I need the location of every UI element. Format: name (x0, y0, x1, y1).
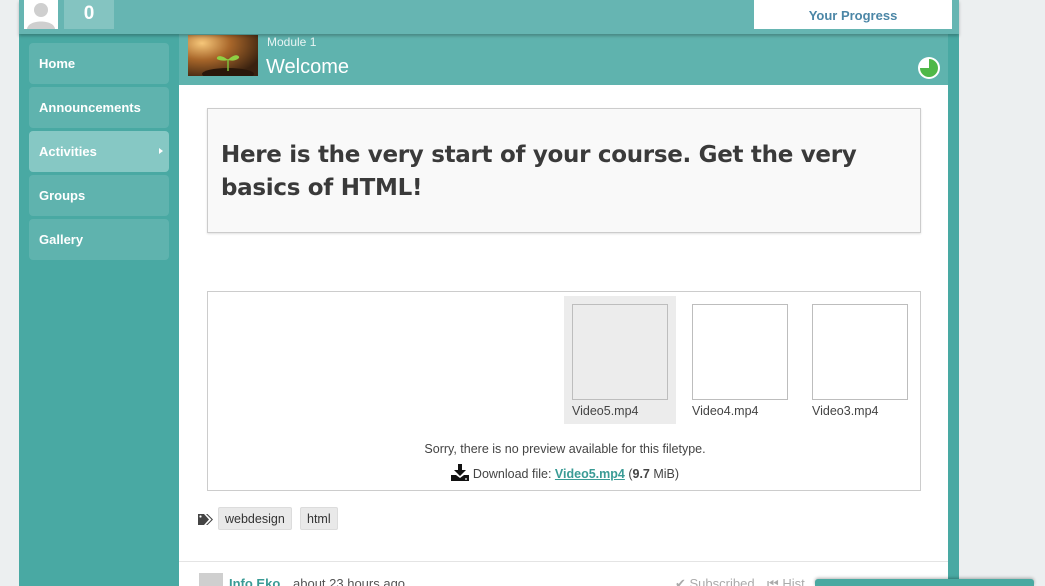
sidebar-item-label: Activities (39, 144, 97, 159)
sidebar-nav: Home Announcements Activities Groups Gal… (29, 43, 169, 263)
content-panel: Here is the very start of your course. G… (179, 85, 948, 586)
author-avatar[interactable] (199, 573, 223, 586)
module-title: Welcome (266, 56, 349, 78)
caret-right-icon (159, 148, 163, 154)
intro-box: Here is the very start of your course. G… (207, 108, 921, 233)
sidebar-item-label: Announcements (39, 100, 141, 115)
tag-webdesign[interactable]: webdesign (218, 507, 292, 530)
sidebar-item-label: Home (39, 56, 76, 71)
user-silhouette-icon (24, 0, 58, 29)
top-bar: 0 Your Progress (19, 0, 959, 34)
seedling-image (188, 35, 258, 76)
file-preview-frame (812, 304, 908, 400)
file-thumb-video3[interactable]: Video3.mp4 (804, 296, 916, 424)
check-icon: ✔ (675, 576, 690, 586)
file-name: Video3.mp4 (812, 404, 879, 418)
module-thumbnail (188, 35, 258, 76)
file-name: Video5.mp4 (572, 404, 639, 418)
subscribed-button[interactable]: ✔ Subscribed (675, 576, 755, 586)
intro-text: Here is the very start of your course. G… (221, 142, 857, 201)
download-icon[interactable] (450, 464, 469, 481)
divider (179, 561, 948, 562)
subscribed-label: Subscribed (689, 576, 755, 586)
user-avatar[interactable] (24, 0, 58, 29)
notification-counter[interactable]: 0 (64, 0, 114, 29)
chat-widget-tab[interactable] (815, 579, 1034, 586)
post-time: about 23 hours ago (293, 576, 406, 586)
sidebar-item-label: Groups (39, 188, 86, 203)
sidebar-item-announcements[interactable]: Announcements (29, 87, 169, 128)
download-line: Download file: Video5.mp4 (9.7 MiB) (208, 464, 922, 481)
module-label: Module 1 (267, 35, 317, 49)
tag-html[interactable]: html (300, 507, 338, 530)
media-gallery: Video5.mp4 Video4.mp4 Video3.mp4 Sorry, … (207, 291, 921, 491)
sidebar-item-gallery[interactable]: Gallery (29, 219, 169, 260)
history-button[interactable]: ⏮ Hist (767, 576, 805, 586)
download-size-unit: MiB) (649, 467, 680, 481)
download-file-link[interactable]: Video5.mp4 (555, 467, 625, 481)
download-size: 9.7 (632, 467, 650, 481)
file-name: Video4.mp4 (692, 404, 759, 418)
no-preview-message: Sorry, there is no preview available for… (424, 442, 706, 456)
tags-icon (198, 514, 213, 525)
file-preview-frame (692, 304, 788, 400)
author-link[interactable]: Info Eko (229, 576, 280, 586)
sidebar-item-groups[interactable]: Groups (29, 175, 169, 216)
file-preview-frame (572, 304, 668, 400)
sidebar-item-activities[interactable]: Activities (29, 131, 169, 172)
module-header: Module 1 Welcome (179, 34, 948, 85)
history-icon: ⏮ (767, 576, 783, 586)
file-thumb-video5[interactable]: Video5.mp4 (564, 296, 676, 424)
download-prefix: Download file: (472, 467, 555, 481)
history-label: Hist (782, 576, 805, 586)
sidebar-item-label: Gallery (39, 232, 84, 247)
file-thumb-video4[interactable]: Video4.mp4 (684, 296, 796, 424)
sidebar-item-home[interactable]: Home (29, 43, 169, 84)
download-paren-open: ( (624, 467, 633, 481)
progress-pie-icon[interactable] (917, 56, 941, 80)
your-progress-button[interactable]: Your Progress (754, 0, 952, 29)
